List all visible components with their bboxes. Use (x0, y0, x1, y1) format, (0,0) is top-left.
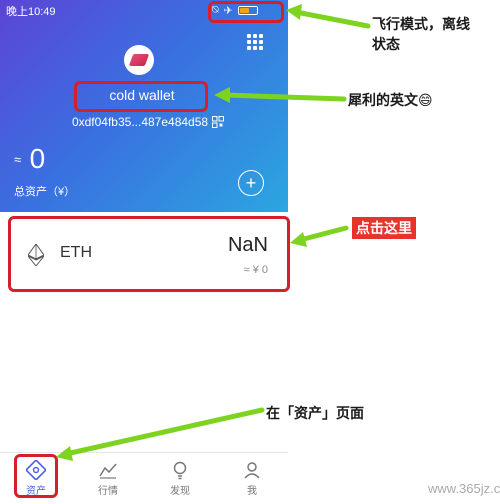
balance-approx: ≈ (14, 151, 22, 167)
highlight-eth-row (8, 216, 290, 292)
arrow-offline (293, 9, 371, 29)
status-time: 晚上10:49 (6, 6, 56, 18)
market-chart-icon (99, 463, 117, 479)
arrow-head-click-here (290, 232, 307, 247)
arrow-click-here (297, 225, 349, 243)
tab-label: 行情 (98, 486, 118, 497)
watermark: www.365jz.com (428, 481, 500, 496)
annotation-click-here: 点击这里 (352, 217, 416, 239)
wallet-avatar[interactable] (124, 45, 154, 75)
qrcode-icon[interactable] (212, 116, 224, 128)
annotation-assets-page: 在「资产」页面 (266, 405, 364, 421)
discover-bulb-icon (173, 461, 187, 480)
wallet-logo-icon (128, 54, 150, 66)
highlight-assets-tab (14, 454, 58, 498)
highlight-status-icons (208, 1, 284, 23)
tab-market[interactable]: 行情 (72, 453, 144, 504)
annotation-offline: 飞行模式，离线状态 (372, 16, 470, 52)
tab-profile[interactable]: 我 (216, 453, 288, 504)
balance-value: 0 (29, 143, 46, 174)
add-token-button[interactable]: + (238, 170, 264, 196)
menu-grid-icon[interactable] (247, 34, 263, 50)
annotation-wallet-name: 犀利的英文😄 (348, 92, 433, 108)
tab-discover[interactable]: 发现 (144, 453, 216, 504)
arrow-head-offline (286, 4, 302, 20)
wallet-address[interactable]: 0xdf04fb35...487e484d58 (40, 115, 240, 129)
total-balance: ≈ 0 (14, 143, 45, 175)
total-assets-label: 总资产（¥） (14, 186, 76, 198)
profile-icon (244, 462, 260, 479)
plus-icon: + (245, 173, 257, 193)
tab-label: 我 (247, 486, 257, 497)
tab-label: 发现 (170, 486, 190, 497)
highlight-wallet-name (74, 81, 208, 112)
